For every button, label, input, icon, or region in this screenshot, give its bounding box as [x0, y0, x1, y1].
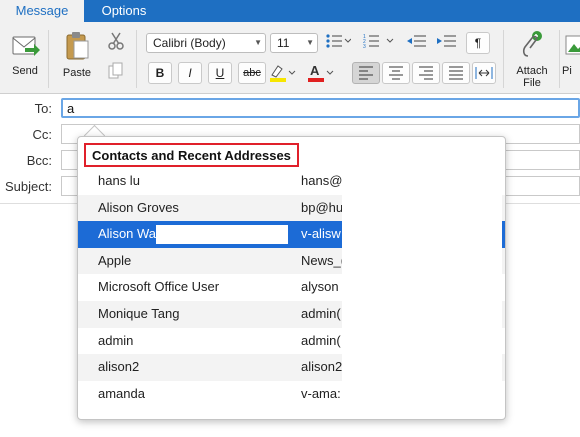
paste-label: Paste	[62, 67, 92, 79]
contact-name: Monique Tang	[98, 305, 180, 321]
contact-name: Alison Wa	[98, 226, 157, 242]
contact-name: hans lu	[98, 173, 140, 188]
divider	[503, 30, 504, 88]
contact-email: bp@hu	[301, 199, 343, 215]
font-size-select[interactable]: 11 ▼	[270, 33, 318, 53]
indent-icon[interactable]	[434, 33, 458, 53]
contact-name: Apple	[98, 252, 132, 268]
font-name-value: Calibri (Body)	[153, 36, 226, 50]
subject-label: Subject:	[5, 179, 52, 194]
svg-text:3: 3	[363, 44, 366, 49]
strikethrough-button[interactable]: abc	[238, 62, 266, 84]
send-button[interactable]: Send	[0, 30, 50, 77]
align-left-button[interactable]	[352, 62, 380, 84]
contact-email: admin(	[301, 305, 341, 321]
outdent-icon[interactable]	[404, 33, 428, 53]
contact-email: hans@	[301, 173, 343, 188]
justify-button[interactable]	[442, 62, 470, 84]
font-color-button[interactable]: A	[306, 63, 336, 83]
align-right-button[interactable]	[412, 62, 440, 84]
contact-email: admin(	[301, 332, 341, 348]
align-center-button[interactable]	[382, 62, 410, 84]
attach-label-line2: File	[523, 77, 541, 89]
highlight-button[interactable]	[268, 63, 298, 83]
align-right-icon	[419, 66, 433, 80]
tab-message[interactable]: Message	[0, 0, 84, 22]
bullets-icon[interactable]	[324, 33, 352, 53]
divider	[48, 30, 49, 88]
divider	[559, 30, 560, 88]
bcc-label: Bcc:	[26, 153, 52, 168]
copy-icon[interactable]	[106, 62, 126, 82]
chevron-down-icon: ▼	[254, 38, 262, 47]
to-label: To:	[34, 101, 52, 116]
contact-name: alison2	[98, 359, 140, 375]
attach-label-line1: Attach	[516, 65, 548, 77]
cc-label: Cc:	[32, 127, 53, 142]
autocomplete-popup: Contacts and Recent Addresses hans lu han…	[77, 136, 506, 420]
pictures-label: Pi	[562, 65, 572, 77]
contact-email: alyson	[301, 279, 339, 295]
align-left-icon	[359, 66, 373, 80]
bold-label: B	[155, 66, 165, 80]
justify-icon	[449, 66, 463, 80]
chevron-down-icon: ▼	[306, 38, 314, 47]
font-color-icon: A	[308, 63, 334, 82]
font-name-select[interactable]: Calibri (Body) ▼	[146, 33, 266, 53]
pilcrow-icon: ¶	[474, 36, 482, 50]
send-label: Send	[12, 65, 38, 77]
pictures-button[interactable]: Pi	[562, 30, 580, 77]
paste-icon	[66, 32, 89, 60]
picture-icon	[565, 35, 580, 55]
show-formatting-button[interactable]: ¶	[466, 32, 490, 54]
svg-text:A: A	[310, 63, 320, 78]
numbering-icon[interactable]: 123	[362, 33, 396, 53]
contact-email: News_(	[301, 252, 343, 268]
font-size-value: 11	[277, 36, 290, 50]
attach-icon	[522, 31, 542, 57]
tab-options[interactable]: Options	[84, 0, 164, 22]
redaction-block	[342, 168, 502, 418]
italic-button[interactable]: I	[178, 62, 202, 84]
bold-button[interactable]: B	[148, 62, 172, 84]
contact-email: v-alisw	[301, 226, 341, 242]
attach-file-button[interactable]: Attach File	[506, 30, 558, 89]
contact-email: v-ama:	[301, 385, 341, 401]
ribbon: Send Paste Calibri (Body) ▼ 11 ▼ 123 ¶ B…	[0, 22, 580, 94]
to-field[interactable]: a	[61, 98, 580, 118]
italic-label: I	[188, 66, 192, 80]
to-field-value: a	[67, 101, 75, 116]
contact-name: admin	[98, 332, 134, 348]
redaction-block	[156, 225, 288, 245]
send-icon	[12, 36, 40, 56]
strikethrough-label: abc	[243, 67, 261, 79]
divider	[136, 30, 137, 88]
cut-icon[interactable]	[106, 32, 126, 52]
paste-button[interactable]: Paste	[52, 30, 102, 79]
distribute-icon	[475, 67, 493, 79]
contact-name: Alison Groves	[98, 199, 179, 215]
contact-name: amanda	[98, 385, 145, 401]
contact-name: Microsoft Office User	[98, 279, 220, 295]
ribbon-tab-bar: Message Options	[0, 0, 580, 22]
contact-email: alison2	[301, 359, 343, 375]
align-center-icon	[389, 66, 403, 80]
autocomplete-title: Contacts and Recent Addresses	[84, 143, 299, 167]
underline-label: U	[215, 66, 225, 80]
highlight-icon	[270, 65, 296, 82]
underline-button[interactable]: U	[208, 62, 232, 84]
redaction-block	[148, 384, 228, 404]
distribute-button[interactable]	[472, 62, 496, 84]
